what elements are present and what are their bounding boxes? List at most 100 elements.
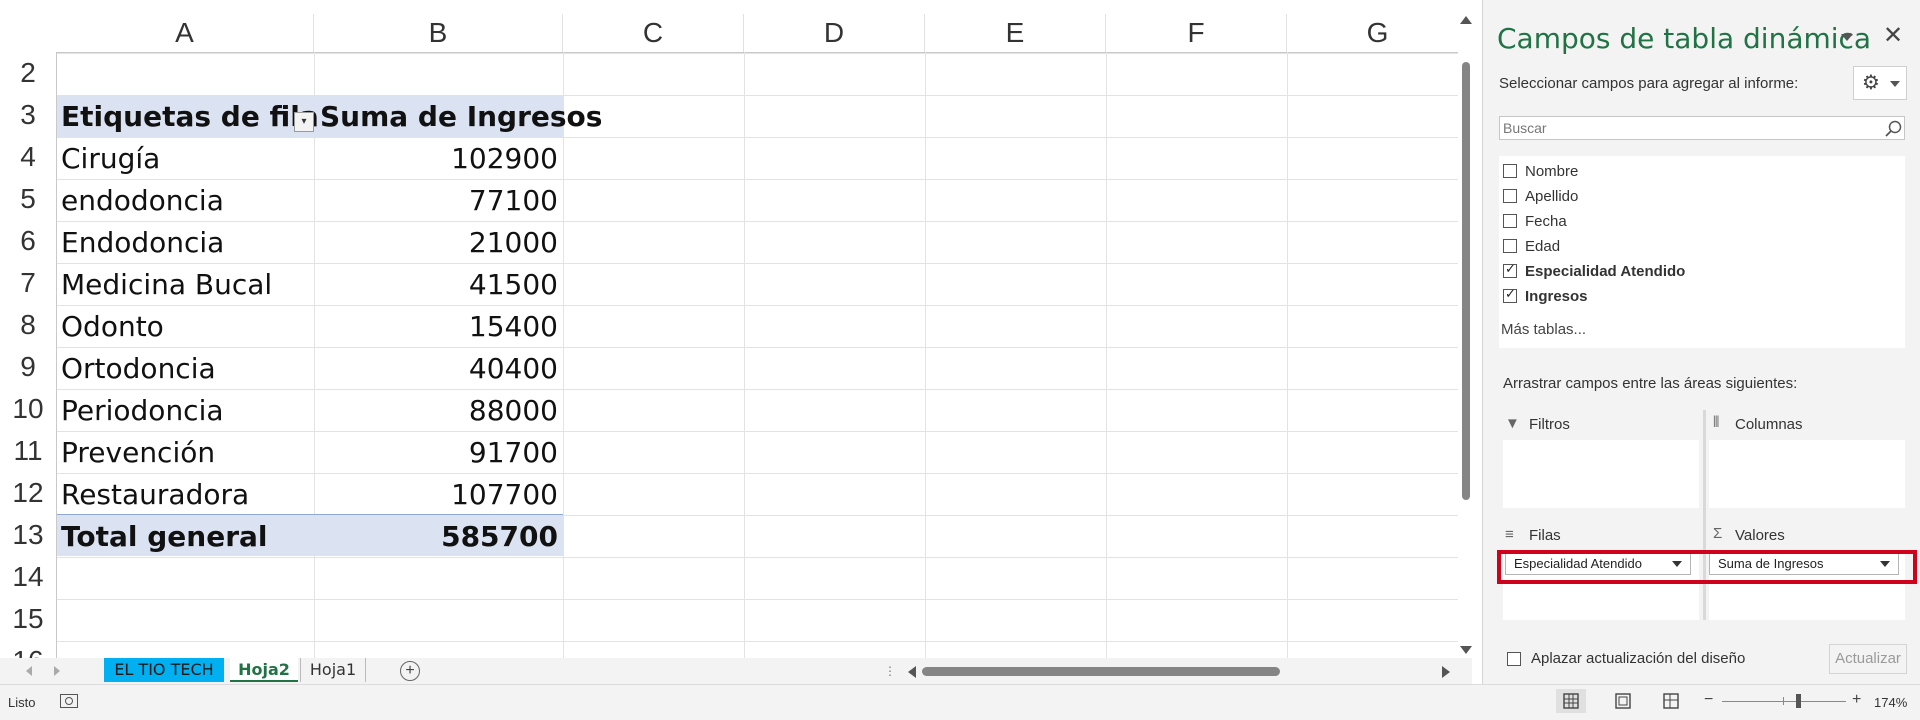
row-header[interactable]: 10 (0, 388, 56, 430)
pane-options-chevron-down-icon[interactable] (1841, 34, 1853, 41)
columns-drop-area[interactable] (1709, 440, 1905, 508)
field-item[interactable]: Apellido (1503, 185, 1578, 207)
update-button[interactable]: Actualizar (1829, 644, 1907, 674)
column-header-a[interactable]: A (56, 14, 314, 52)
row-header[interactable]: 3 (0, 94, 56, 136)
pivot-field-list-pane: Campos de tabla dinámica ✕ Seleccionar c… (1482, 0, 1920, 684)
column-header-f[interactable]: F (1106, 14, 1287, 52)
column-header-c[interactable]: C (563, 14, 744, 52)
row-header[interactable]: 16 (0, 640, 56, 658)
pivot-row-value[interactable]: 41500 (320, 264, 558, 306)
vertical-scrollbar[interactable] (1458, 14, 1472, 658)
pivot-row-value[interactable]: 40400 (320, 348, 558, 390)
field-item[interactable]: Especialidad Atendido (1503, 260, 1685, 282)
scroll-left-arrow-icon[interactable] (908, 666, 916, 678)
tab-scroll-left-icon[interactable] (26, 666, 32, 676)
row-header[interactable]: 15 (0, 598, 56, 640)
row-header[interactable]: 11 (0, 430, 56, 472)
pivot-total-value[interactable]: 585700 (320, 516, 558, 558)
field-checkbox[interactable] (1503, 214, 1517, 228)
field-item[interactable]: Nombre (1503, 160, 1578, 182)
filters-drop-area[interactable] (1503, 440, 1699, 508)
pivot-row-label[interactable]: endodoncia (61, 180, 224, 222)
sheet-tab-hoja2[interactable]: Hoja2 (230, 658, 298, 682)
search-input[interactable] (1500, 117, 1880, 139)
tab-scroll-right-icon[interactable] (54, 666, 60, 676)
field-search-box[interactable] (1499, 116, 1905, 140)
pivot-row-label[interactable]: Periodoncia (61, 390, 224, 432)
zoom-slider[interactable] (1722, 701, 1846, 702)
pivot-row-value[interactable]: 21000 (320, 222, 558, 264)
field-checkbox[interactable] (1503, 189, 1517, 203)
zoom-level[interactable]: 174% (1874, 695, 1907, 710)
field-checkbox[interactable] (1503, 239, 1517, 253)
vertical-scroll-thumb[interactable] (1462, 62, 1470, 500)
scroll-right-arrow-icon[interactable] (1442, 666, 1450, 678)
pivot-row-label[interactable]: Odonto (61, 306, 164, 348)
column-header-d[interactable]: D (744, 14, 925, 52)
row-header[interactable]: 9 (0, 346, 56, 388)
column-header-g[interactable]: G (1287, 14, 1468, 52)
field-item[interactable]: Fecha (1503, 210, 1567, 232)
pivot-row-label[interactable]: Ortodoncia (61, 348, 216, 390)
defer-checkbox[interactable] (1507, 651, 1521, 666)
columns-icon: ⫴ (1713, 414, 1720, 431)
scroll-up-arrow-icon[interactable] (1460, 16, 1472, 24)
macro-recording-icon[interactable] (60, 694, 78, 708)
excel-window: A B C D E F G 2345678910111213141516 Eti… (0, 0, 1920, 720)
row-header[interactable]: 4 (0, 136, 56, 178)
row-labels-filter-button[interactable]: ▾ (294, 112, 314, 132)
pivot-row-label[interactable]: Endodoncia (61, 222, 224, 264)
close-icon[interactable]: ✕ (1883, 24, 1903, 48)
horizontal-scroll-thumb[interactable] (922, 667, 1280, 676)
cell-grid[interactable] (56, 52, 1458, 658)
field-item[interactable]: Ingresos (1503, 285, 1588, 307)
row-header[interactable]: 12 (0, 472, 56, 514)
pivot-values-header[interactable]: Suma de Ingresos (320, 96, 602, 138)
field-checkbox[interactable] (1503, 286, 1517, 303)
pivot-row-label[interactable]: Cirugía (61, 138, 160, 180)
row-header[interactable]: 2 (0, 52, 56, 94)
zoom-slider-knob[interactable] (1796, 694, 1801, 708)
row-header[interactable]: 13 (0, 514, 56, 556)
row-header[interactable]: 5 (0, 178, 56, 220)
pivot-row-label[interactable]: Restauradora (61, 474, 249, 516)
column-header-b[interactable]: B (314, 14, 563, 52)
pivot-row-value[interactable]: 88000 (320, 390, 558, 432)
defer-layout-update[interactable]: Aplazar actualización del diseño (1507, 650, 1745, 667)
filters-area-label: Filtros (1529, 416, 1570, 433)
field-item[interactable]: Edad (1503, 235, 1560, 257)
column-header-e[interactable]: E (925, 14, 1106, 52)
pivot-row-value[interactable]: 91700 (320, 432, 558, 474)
pivot-row-value[interactable]: 15400 (320, 306, 558, 348)
row-header[interactable]: 7 (0, 262, 56, 304)
tools-button[interactable]: ⚙ (1853, 66, 1907, 100)
select-all-corner[interactable] (0, 14, 56, 52)
more-tables-link[interactable]: Más tablas... (1501, 321, 1586, 338)
split-handle-icon[interactable]: ⋮ (884, 664, 896, 678)
search-icon[interactable] (1884, 119, 1904, 139)
pivot-row-label[interactable]: Prevención (61, 432, 215, 474)
field-checkbox[interactable] (1503, 261, 1517, 278)
zoom-in-icon[interactable]: + (1852, 691, 1861, 709)
normal-view-button[interactable] (1556, 689, 1586, 713)
pivot-row-value[interactable]: 107700 (320, 474, 558, 516)
row-header[interactable]: 14 (0, 556, 56, 598)
pivot-total-label[interactable]: Total general (61, 516, 268, 558)
row-header[interactable]: 8 (0, 304, 56, 346)
add-sheet-plus-icon[interactable]: + (400, 661, 420, 681)
page-layout-view-button[interactable] (1608, 689, 1638, 713)
pivot-row-value[interactable]: 77100 (320, 180, 558, 222)
pane-title: Campos de tabla dinámica (1497, 22, 1872, 55)
field-checkbox[interactable] (1503, 164, 1517, 178)
scroll-down-arrow-icon[interactable] (1460, 646, 1472, 654)
sheet-tab-hoja1[interactable]: Hoja1 (300, 658, 366, 682)
row-header[interactable]: 6 (0, 220, 56, 262)
zoom-out-icon[interactable]: − (1704, 691, 1713, 709)
pivot-row-value[interactable]: 102900 (320, 138, 558, 180)
pivot-row-labels-header[interactable]: Etiquetas de fila (61, 96, 319, 138)
page-break-view-button[interactable] (1656, 689, 1686, 713)
horizontal-scrollbar[interactable] (906, 662, 1454, 680)
pivot-row-label[interactable]: Medicina Bucal (61, 264, 272, 306)
sheet-tab-el-tio-tech[interactable]: EL TIO TECH (104, 658, 224, 682)
